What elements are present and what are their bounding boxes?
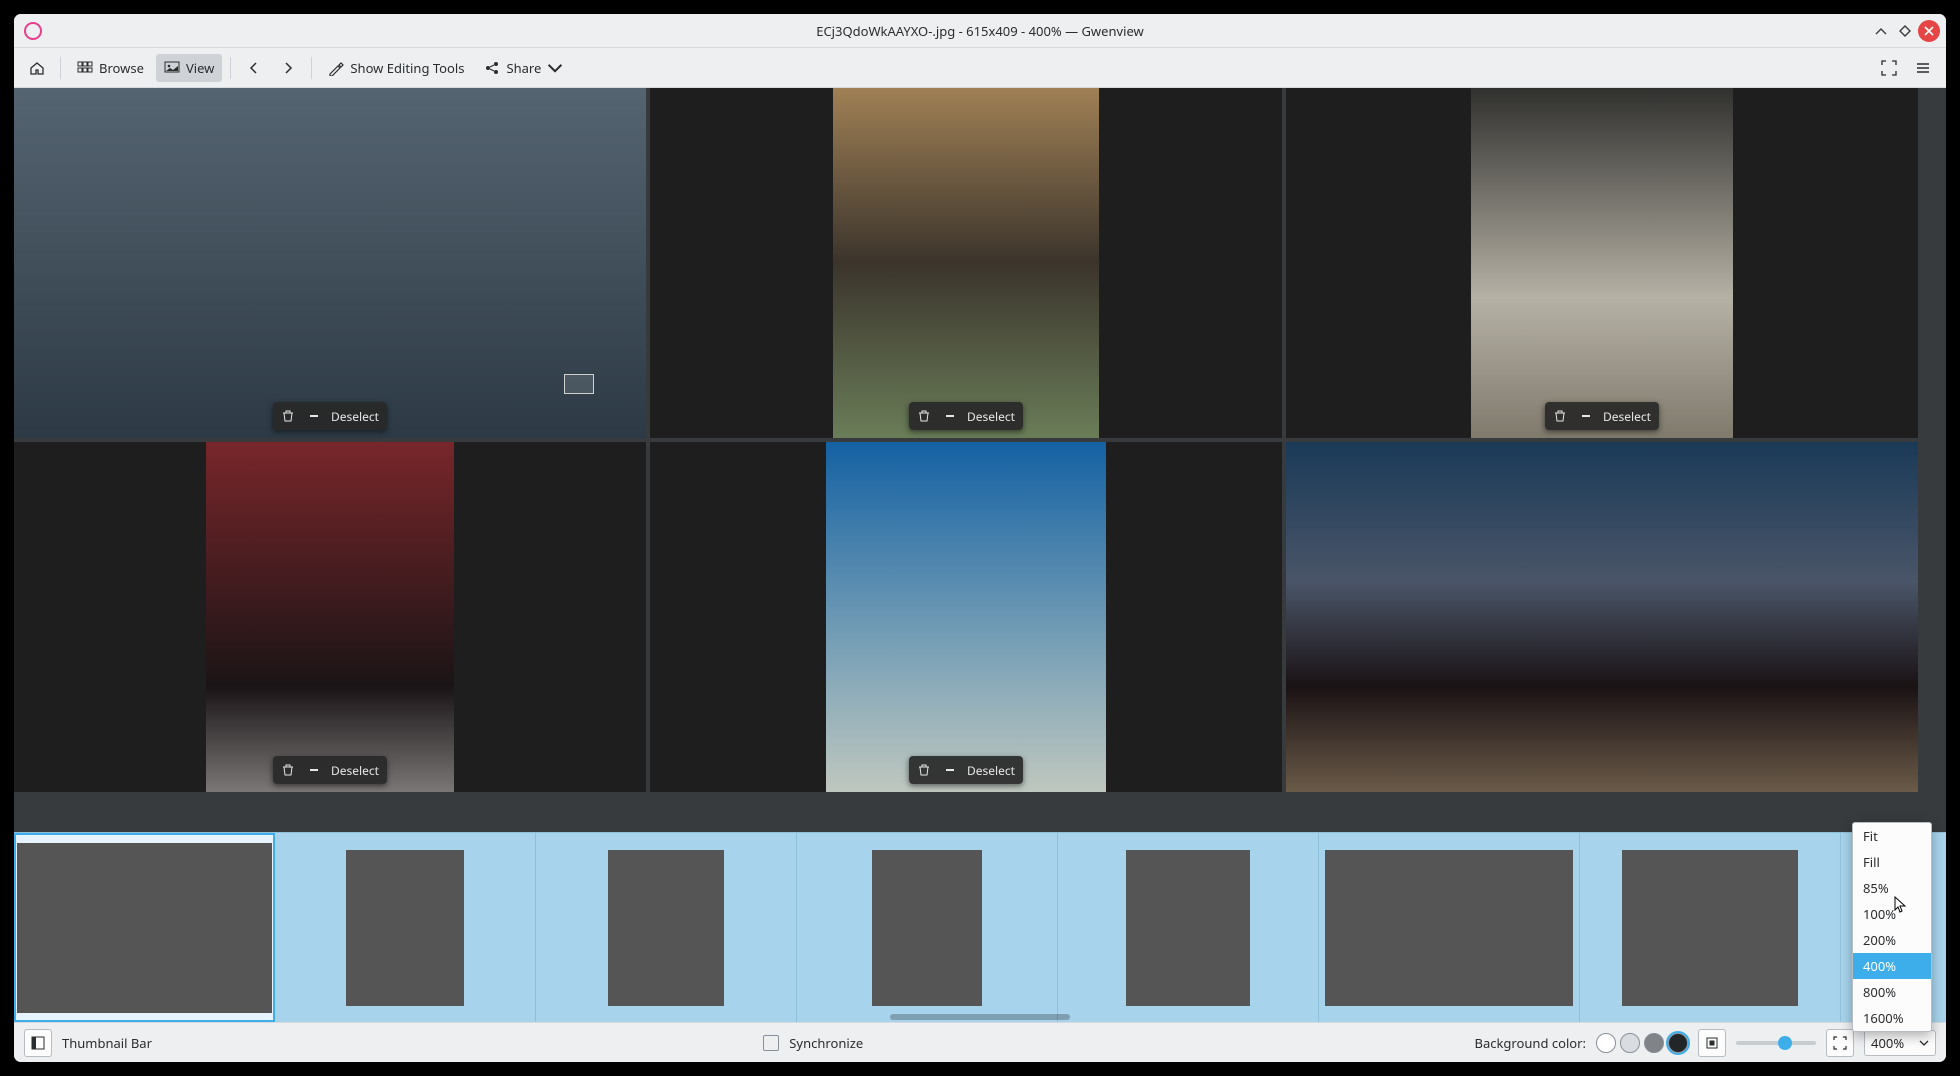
bg-color-light[interactable] [1620, 1033, 1640, 1053]
remove-icon[interactable] [303, 405, 325, 427]
browse-button[interactable]: Browse [69, 54, 152, 82]
deselect-label[interactable]: Deselect [1603, 408, 1651, 425]
window-title: ECj3QdoWkAAYXO-.jpg - 615x409 - 400% — G… [816, 22, 1144, 40]
bg-color-dark[interactable] [1668, 1033, 1688, 1053]
home-button[interactable] [22, 54, 52, 82]
thumbnail-bar-label: Thumbnail Bar [62, 1034, 152, 1052]
zoom-value: 400% [1871, 1034, 1904, 1052]
deselect-label[interactable]: Deselect [967, 762, 1015, 779]
thumb-3[interactable] [536, 833, 797, 1022]
zoom-combobox[interactable]: 400% [1864, 1030, 1936, 1056]
zoom-dropdown[interactable]: Fit Fill 85% 100% 200% 400% 800% 1600% [1852, 822, 1932, 1032]
zoom-100-button[interactable] [1826, 1029, 1854, 1057]
thumb-5[interactable] [1058, 833, 1319, 1022]
synchronize-label: Synchronize [789, 1034, 863, 1052]
bg-color-group [1596, 1033, 1688, 1053]
deselect-label[interactable]: Deselect [967, 408, 1015, 425]
thumb-2[interactable] [275, 833, 536, 1022]
close-button[interactable] [1918, 20, 1940, 42]
thumb-scrollbar[interactable] [890, 1014, 1070, 1020]
chevron-down-icon [547, 60, 563, 76]
trash-icon[interactable] [913, 759, 935, 781]
show-editing-tools-button[interactable]: Show Editing Tools [320, 54, 472, 82]
bg-color-label: Background color: [1475, 1034, 1587, 1052]
zoom-opt-400[interactable]: 400% [1853, 953, 1931, 979]
zoom-opt-800[interactable]: 800% [1853, 979, 1931, 1005]
zoom-slider[interactable] [1736, 1041, 1816, 1045]
zoom-opt-85[interactable]: 85% [1853, 875, 1931, 901]
share-label: Share [506, 59, 541, 77]
chevron-down-icon [1919, 1038, 1929, 1048]
forward-button[interactable] [273, 54, 303, 82]
image-pane-4[interactable]: Deselect [14, 442, 646, 792]
thumb-4[interactable] [797, 833, 1058, 1022]
trash-icon[interactable] [1549, 405, 1571, 427]
fullscreen-button[interactable] [1874, 54, 1904, 82]
view-label: View [186, 59, 214, 77]
hamburger-menu-button[interactable] [1908, 54, 1938, 82]
app-icon [24, 22, 42, 40]
remove-icon[interactable] [939, 405, 961, 427]
browse-label: Browse [99, 59, 144, 77]
zoom-opt-fit[interactable]: Fit [1853, 823, 1931, 849]
image-pane-1[interactable]: Deselect [14, 88, 646, 438]
minimize-button[interactable] [1870, 20, 1892, 42]
zoom-opt-200[interactable]: 200% [1853, 927, 1931, 953]
deselect-label[interactable]: Deselect [331, 762, 379, 779]
view-button[interactable]: View [156, 54, 222, 82]
image-pane-3[interactable]: Deselect [1286, 88, 1918, 438]
thumbnail-bar[interactable] [14, 832, 1946, 1022]
viewer-area[interactable]: Deselect Deselect Deselect [14, 88, 1946, 832]
maximize-button[interactable] [1894, 20, 1916, 42]
bg-color-gray[interactable] [1644, 1033, 1664, 1053]
deselect-label[interactable]: Deselect [331, 408, 379, 425]
image-pane-5[interactable]: Deselect [650, 442, 1282, 792]
synchronize-checkbox[interactable] [763, 1035, 779, 1051]
remove-icon[interactable] [939, 759, 961, 781]
back-button[interactable] [239, 54, 269, 82]
thumb-6[interactable] [1319, 833, 1580, 1022]
remove-icon[interactable] [303, 759, 325, 781]
zoom-opt-100[interactable]: 100% [1853, 901, 1931, 927]
trash-icon[interactable] [277, 759, 299, 781]
thumb-1[interactable] [14, 833, 275, 1022]
remove-icon[interactable] [1575, 405, 1597, 427]
image-pane-6[interactable] [1286, 442, 1918, 792]
image-pane-2[interactable]: Deselect [650, 88, 1282, 438]
cursor-icon [1894, 896, 1908, 914]
zoom-opt-fill[interactable]: Fill [1853, 849, 1931, 875]
editing-label: Show Editing Tools [350, 59, 464, 77]
toggle-thumbnail-bar-button[interactable] [24, 1029, 52, 1057]
trash-icon[interactable] [277, 405, 299, 427]
bg-color-white[interactable] [1596, 1033, 1616, 1053]
zoom-fit-button[interactable] [1698, 1029, 1726, 1057]
trash-icon[interactable] [913, 405, 935, 427]
thumb-7[interactable] [1580, 833, 1841, 1022]
pane-toolbar: Deselect [273, 402, 387, 430]
nav-indicator[interactable] [564, 374, 594, 394]
zoom-opt-1600[interactable]: 1600% [1853, 1005, 1931, 1031]
share-button[interactable]: Share [476, 54, 571, 82]
